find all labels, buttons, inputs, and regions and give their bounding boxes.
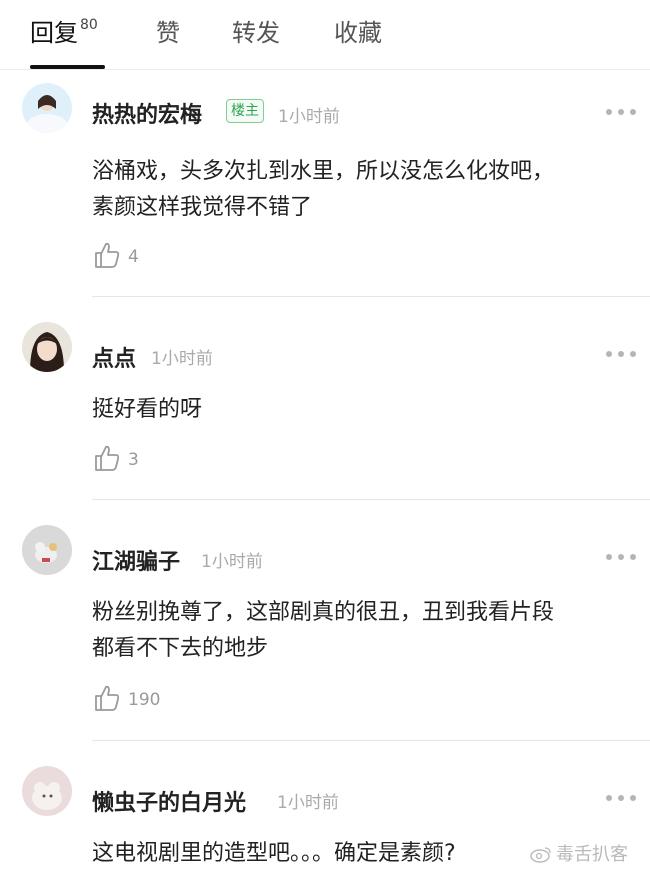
comment-text: 浴桶戏，头多次扎到水里，所以没怎么化妆吧， 素颜这样我觉得不错了 [92,154,632,226]
tab-favorites-label: 收藏 [334,19,382,47]
tab-replies-count: 80 [80,17,98,33]
avatar[interactable] [22,525,72,575]
comment-time: 1小时前 [278,107,340,127]
tab-replies-label: 回复 [30,19,78,47]
comment-time: 1小时前 [151,349,213,369]
like-button[interactable]: 3 [94,444,154,474]
tab-reposts-label: 转发 [232,19,280,47]
comment-time: 1小时前 [277,793,339,813]
avatar[interactable] [22,322,72,372]
tab-bar: 回复 80 赞 转发 收藏 [0,0,650,70]
comment-text-line: 都看不下去的地步 [92,636,269,661]
divider [92,499,650,500]
tab-reposts[interactable]: 转发 [232,16,280,56]
watermark: 毒舌扒客 [530,840,628,866]
divider [92,296,650,297]
comment-text-line: 粉丝别挽尊了，这部剧真的很丑，丑到我看片段 [92,600,555,625]
comment-text: 粉丝别挽尊了，这部剧真的很丑，丑到我看片段 都看不下去的地步 [92,595,632,667]
avatar[interactable] [22,766,72,816]
watermark-text: 毒舌扒客 [556,844,628,865]
username[interactable]: 热热的宏梅 [92,97,202,129]
comment-text-line: 浴桶戏，头多次扎到水里，所以没怎么化妆吧， [92,159,555,184]
like-button[interactable]: 4 [94,241,154,271]
like-count: 3 [128,450,139,470]
username[interactable]: 懒虫子的白月光 [92,785,246,817]
tab-favorites[interactable]: 收藏 [334,16,382,56]
weibo-logo-icon [530,847,551,863]
divider [92,740,650,741]
comment-text: 挺好看的呀 [92,392,632,428]
author-badge: 楼主 [226,99,264,123]
thumbs-up-icon [95,685,120,711]
username[interactable]: 江湖骗子 [92,544,180,576]
comment-time: 1小时前 [201,552,263,572]
username[interactable]: 点点 [92,341,136,373]
more-options-icon[interactable] [606,348,636,360]
more-options-icon[interactable] [606,792,636,804]
like-count: 190 [128,690,161,710]
tab-likes[interactable]: 赞 [156,16,180,56]
thumbs-up-icon [95,445,120,471]
tab-likes-label: 赞 [156,19,180,47]
avatar[interactable] [22,83,72,133]
comment-text-line: 素颜这样我觉得不错了 [92,195,313,220]
like-count: 4 [128,247,139,267]
tab-replies[interactable]: 回复 80 [30,16,98,56]
thumbs-up-icon [95,242,120,268]
like-button[interactable]: 190 [94,684,174,714]
more-options-icon[interactable] [606,551,636,563]
active-tab-indicator [30,65,105,69]
comment-text-line: 挺好看的呀 [92,397,203,422]
more-options-icon[interactable] [606,106,636,118]
